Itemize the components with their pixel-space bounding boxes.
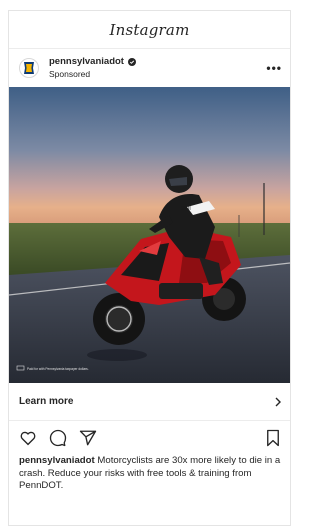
learn-more-button[interactable]: Learn more bbox=[9, 383, 290, 421]
instagram-post-frame: Instagram pennsylvaniadot Sponsored ••• bbox=[8, 10, 291, 526]
send-icon[interactable] bbox=[79, 429, 97, 447]
post-author: pennsylvaniadot Sponsored bbox=[49, 56, 266, 80]
caption-handle[interactable]: pennsylvaniadot bbox=[19, 455, 95, 466]
author-handle[interactable]: pennsylvaniadot bbox=[49, 56, 124, 68]
chevron-right-icon bbox=[275, 397, 281, 406]
heart-icon[interactable] bbox=[19, 429, 37, 447]
keystone-logo-icon[interactable] bbox=[19, 58, 39, 78]
bookmark-icon[interactable] bbox=[264, 429, 282, 447]
post-image[interactable]: SIDI Paid for with Pennsylvania taxpayer… bbox=[9, 87, 290, 383]
instagram-wordmark: Instagram bbox=[109, 20, 190, 39]
post-header: pennsylvaniadot Sponsored ••• bbox=[9, 49, 290, 87]
post-caption: pennsylvaniadot Motorcyclists are 30x mo… bbox=[9, 455, 290, 493]
more-options-icon[interactable]: ••• bbox=[266, 61, 282, 75]
sponsored-label: Sponsored bbox=[49, 69, 91, 79]
learn-more-label: Learn more bbox=[19, 396, 74, 407]
comment-icon[interactable] bbox=[49, 429, 67, 447]
image-disclaimer: Paid for with Pennsylvania taxpayer doll… bbox=[27, 367, 89, 371]
verified-badge-icon bbox=[127, 58, 136, 66]
app-header: Instagram bbox=[9, 11, 290, 49]
post-actions bbox=[9, 421, 290, 455]
jacket-text: SIDI bbox=[181, 206, 191, 212]
